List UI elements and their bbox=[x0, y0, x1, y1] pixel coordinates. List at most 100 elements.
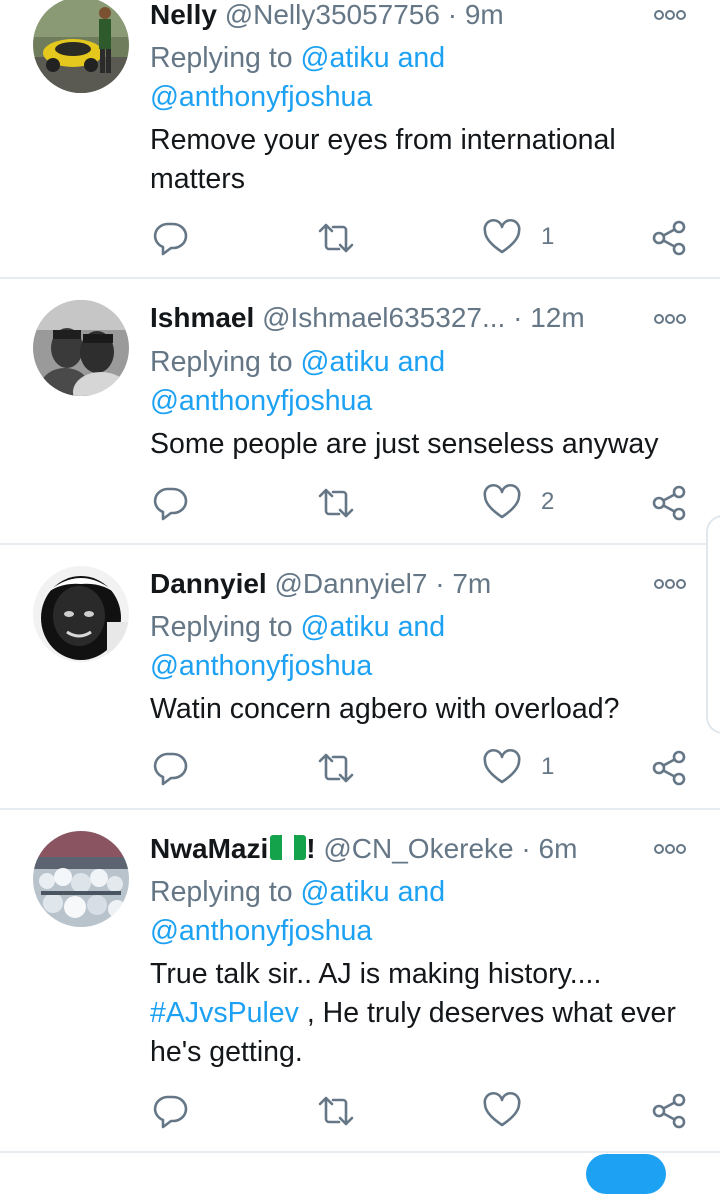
more-options-icon[interactable] bbox=[652, 8, 688, 22]
retweet-icon bbox=[318, 488, 354, 518]
scroll-handle[interactable] bbox=[706, 515, 720, 734]
heart-icon bbox=[483, 748, 521, 784]
tweet-header: Nelly @Nelly35057756 · 9m bbox=[150, 0, 630, 33]
display-name[interactable]: Nelly bbox=[150, 0, 217, 30]
tweet-text-part: True talk sir.. AJ is making history.... bbox=[150, 958, 602, 990]
avatar-image bbox=[33, 0, 129, 93]
replying-prefix: Replying to bbox=[150, 346, 293, 378]
reply-and-link[interactable]: and bbox=[398, 611, 446, 643]
timestamp[interactable]: 12m bbox=[530, 302, 584, 333]
replying-prefix: Replying to bbox=[150, 42, 293, 74]
reply-icon bbox=[153, 222, 188, 256]
user-handle[interactable]: @Ishmael635327... bbox=[262, 302, 505, 333]
like-button[interactable] bbox=[482, 218, 522, 258]
replying-to: Replying to @atiku and @anthonyfjoshua bbox=[150, 608, 680, 686]
avatar[interactable] bbox=[33, 0, 129, 93]
retweet-button[interactable] bbox=[316, 748, 356, 788]
avatar[interactable] bbox=[33, 566, 129, 662]
reply-mention-link[interactable]: @atiku bbox=[301, 611, 390, 643]
retweet-icon bbox=[318, 753, 354, 783]
retweet-icon bbox=[318, 223, 354, 253]
tweet-text: Some people are just senseless anyway bbox=[150, 428, 659, 460]
reply-icon bbox=[153, 487, 188, 521]
reply-icon bbox=[153, 1095, 188, 1129]
share-button[interactable] bbox=[650, 483, 690, 523]
reply-mention-link[interactable]: @atiku bbox=[301, 876, 390, 908]
display-name[interactable]: Ishmael bbox=[150, 302, 254, 333]
user-handle[interactable]: @CN_Okereke bbox=[323, 833, 513, 864]
like-button[interactable] bbox=[482, 1091, 522, 1131]
tweet-text: Remove your eyes from international matt… bbox=[150, 124, 616, 195]
share-button[interactable] bbox=[650, 748, 690, 788]
avatar[interactable] bbox=[33, 831, 129, 927]
hashtag-link[interactable]: #AJvsPulev bbox=[150, 997, 299, 1029]
like-count: 1 bbox=[541, 223, 555, 250]
reply-mention-link[interactable]: @anthonyfjoshua bbox=[150, 81, 372, 113]
tweet-header: Ishmael @Ishmael635327... · 12m bbox=[150, 300, 630, 336]
avatar-image bbox=[33, 566, 129, 662]
retweet-button[interactable] bbox=[316, 483, 356, 523]
replying-prefix: Replying to bbox=[150, 876, 293, 908]
share-icon bbox=[652, 750, 686, 786]
timestamp[interactable]: 9m bbox=[465, 0, 504, 30]
share-button[interactable] bbox=[650, 1091, 690, 1131]
replying-to: Replying to @atiku and @anthonyfjoshua bbox=[150, 343, 680, 421]
separator-dot: · bbox=[513, 302, 523, 333]
reply-and-link[interactable]: and bbox=[398, 876, 446, 908]
tweet-text: Watin concern agbero with overload? bbox=[150, 693, 620, 725]
reply-mention-link[interactable]: @anthonyfjoshua bbox=[150, 915, 372, 947]
reply-mention-link[interactable]: @atiku bbox=[301, 42, 390, 74]
retweet-button[interactable] bbox=[316, 1091, 356, 1131]
reply-button[interactable] bbox=[150, 1091, 190, 1131]
tweet-item[interactable]: Dannyiel @Dannyiel7 · 7m Replying to @at… bbox=[0, 545, 720, 810]
tweet-item[interactable]: Nelly @Nelly35057756 · 9m Replying to @a… bbox=[0, 0, 720, 279]
user-handle[interactable]: @Dannyiel7 bbox=[274, 568, 427, 599]
reply-mention-link[interactable]: @anthonyfjoshua bbox=[150, 650, 372, 682]
avatar[interactable] bbox=[33, 300, 129, 396]
display-name[interactable]: Dannyiel bbox=[150, 568, 267, 599]
like-button[interactable] bbox=[482, 483, 522, 523]
reply-button[interactable] bbox=[150, 748, 190, 788]
retweet-icon bbox=[318, 1096, 354, 1126]
replying-to: Replying to @atiku and @anthonyfjoshua bbox=[150, 873, 680, 951]
user-handle[interactable]: @Nelly35057756 bbox=[225, 0, 440, 30]
share-button[interactable] bbox=[650, 218, 690, 258]
more-options-icon[interactable] bbox=[652, 312, 688, 326]
heart-icon bbox=[483, 1091, 521, 1127]
tweet-item[interactable]: Ishmael @Ishmael635327... · 12m Replying… bbox=[0, 279, 720, 545]
display-name-suffix[interactable]: ! bbox=[306, 833, 315, 864]
reply-and-link[interactable]: and bbox=[398, 346, 446, 378]
compose-button[interactable] bbox=[586, 1154, 666, 1194]
separator-dot: · bbox=[435, 568, 445, 599]
display-name[interactable]: NwaMazi bbox=[150, 833, 268, 864]
reply-and-link[interactable]: and bbox=[398, 42, 446, 74]
tweet-header: NwaMazi! @CN_Okereke · 6m bbox=[150, 831, 630, 867]
tweet-item[interactable]: NwaMazi! @CN_Okereke · 6m Replying to @a… bbox=[0, 810, 720, 1153]
reply-button[interactable] bbox=[150, 218, 190, 258]
like-button[interactable] bbox=[482, 748, 522, 788]
avatar-image bbox=[33, 831, 129, 927]
retweet-button[interactable] bbox=[316, 218, 356, 258]
tweet-header: Dannyiel @Dannyiel7 · 7m bbox=[150, 566, 630, 602]
heart-icon bbox=[483, 483, 521, 519]
share-icon bbox=[652, 220, 686, 256]
reply-mention-link[interactable]: @atiku bbox=[301, 346, 390, 378]
replying-prefix: Replying to bbox=[150, 611, 293, 643]
timestamp[interactable]: 6m bbox=[539, 833, 578, 864]
replying-to: Replying to @atiku and @anthonyfjoshua bbox=[150, 39, 680, 117]
share-icon bbox=[652, 1093, 686, 1129]
separator-dot: · bbox=[447, 0, 458, 30]
reply-icon bbox=[153, 752, 188, 786]
nigeria-flag-icon bbox=[270, 835, 307, 860]
reply-button[interactable] bbox=[150, 483, 190, 523]
more-options-icon[interactable] bbox=[652, 842, 688, 856]
timestamp[interactable]: 7m bbox=[452, 568, 491, 599]
tweet-text: True talk sir.. AJ is making history....… bbox=[150, 955, 690, 1072]
share-icon bbox=[652, 485, 686, 521]
like-count: 1 bbox=[541, 753, 555, 780]
separator-dot: · bbox=[521, 833, 531, 864]
more-options-icon[interactable] bbox=[652, 577, 688, 591]
reply-mention-link[interactable]: @anthonyfjoshua bbox=[150, 385, 372, 417]
like-count: 2 bbox=[541, 488, 555, 515]
avatar-image bbox=[33, 300, 129, 396]
